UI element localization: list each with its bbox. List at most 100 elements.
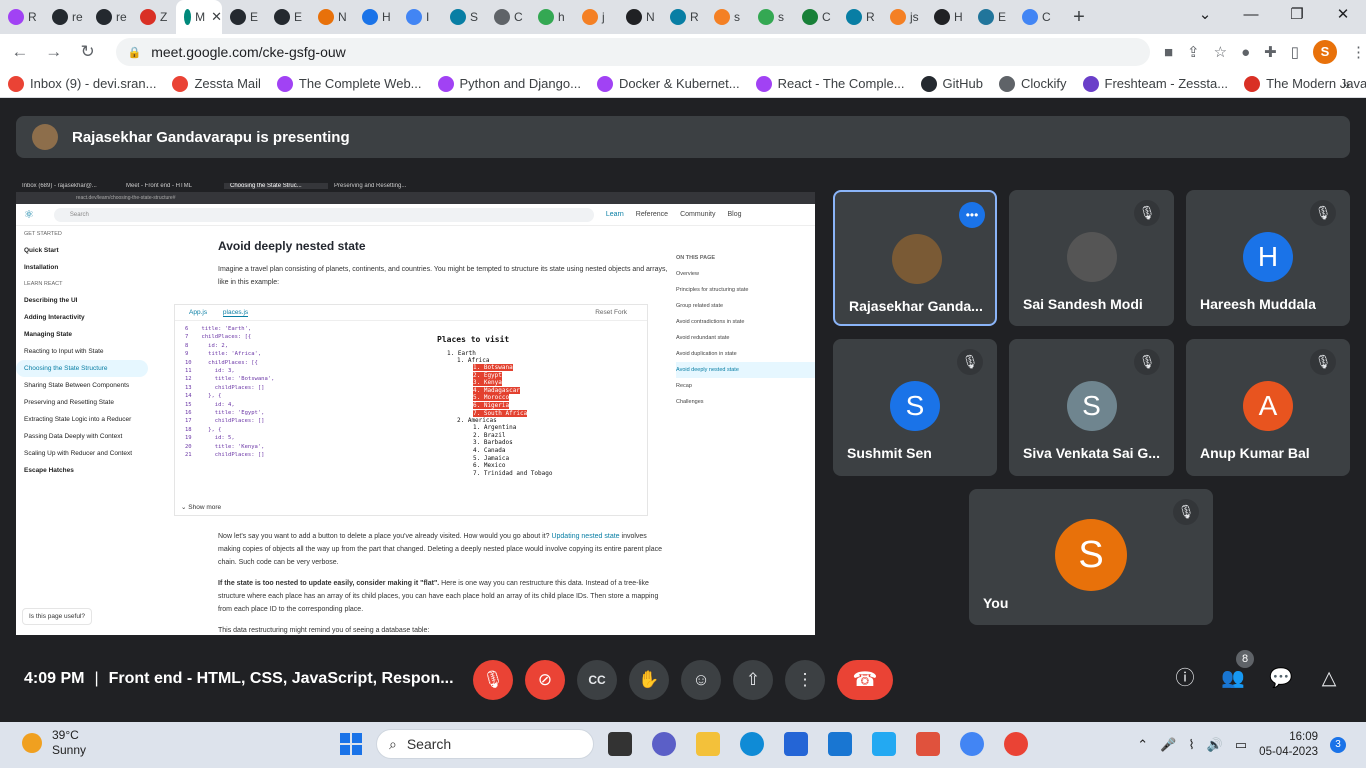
forward-button[interactable]: → <box>40 42 68 62</box>
maximize-button[interactable]: ❐ <box>1274 0 1320 30</box>
emoji-button[interactable]: ☺ <box>681 660 721 700</box>
browser-tab-strip: Rre re Z M ✕ E E N H I S Ch j N Rs s C Rjs H E C + ⌄ — ❐ ✕ <box>0 0 1366 34</box>
notification-badge[interactable]: 3 <box>1330 737 1346 753</box>
leave-call-button[interactable]: ☎ <box>837 660 893 700</box>
react-logo-icon: ⚛ <box>24 209 34 221</box>
browser-tab[interactable]: N <box>618 0 662 34</box>
bookmark-item[interactable]: Zessta Mail <box>164 75 268 92</box>
present-button[interactable]: ⇧ <box>733 660 773 700</box>
browser-tab[interactable]: H <box>354 0 398 34</box>
browser-tab[interactable]: Z <box>132 0 176 34</box>
edge-icon[interactable] <box>740 732 764 756</box>
bookmark-item[interactable]: Freshteam - Zessta... <box>1075 75 1237 92</box>
bookmark-item[interactable]: Python and Django... <box>430 75 589 92</box>
browser-tab[interactable]: E <box>266 0 310 34</box>
reload-button[interactable]: ↻ <box>74 42 102 62</box>
task-view-icon[interactable] <box>608 732 632 756</box>
more-bookmarks-icon[interactable]: » <box>1342 76 1350 92</box>
browser-tab[interactable]: C <box>794 0 838 34</box>
mic-icon[interactable]: 🎤 <box>1160 737 1176 753</box>
browser-tab[interactable]: s <box>750 0 794 34</box>
participant-tile[interactable]: S Siva Venkata Sai G... 🎙 <box>1009 339 1174 476</box>
more-options-button[interactable]: ⋮ <box>785 660 825 700</box>
participant-name: You <box>983 595 1009 611</box>
bookmark-favicon-icon <box>437 75 454 92</box>
browser-tab[interactable]: H <box>926 0 970 34</box>
puzzle-icon[interactable]: ✚ <box>1264 43 1277 61</box>
wifi-icon[interactable]: ⌇ <box>1188 737 1194 753</box>
browser-tab[interactable]: R <box>0 0 44 34</box>
browser-tab[interactable]: R <box>838 0 882 34</box>
minimize-button[interactable]: — <box>1228 0 1274 30</box>
participant-tile[interactable]: Sai Sandesh Modi 🎙 <box>1009 190 1174 326</box>
profile-avatar[interactable]: S <box>1312 40 1337 64</box>
browser-tab[interactable]: R <box>662 0 706 34</box>
browser-tab[interactable]: js <box>882 0 926 34</box>
extension-icon[interactable]: ● <box>1241 44 1250 61</box>
tab-label: s <box>778 10 784 24</box>
bookmark-item[interactable]: GitHub <box>913 75 991 92</box>
participant-avatar: A <box>1243 381 1293 431</box>
bookmark-item[interactable]: Docker & Kubernet... <box>589 75 748 92</box>
browser-tab[interactable]: N <box>310 0 354 34</box>
bookmark-item[interactable]: The Complete Web... <box>269 75 430 92</box>
bookmark-item[interactable]: React - The Comple... <box>748 75 913 92</box>
browser-tab[interactable]: re <box>44 0 88 34</box>
browser-tab[interactable]: C <box>1014 0 1058 34</box>
bookmark-star-icon[interactable]: ☆ <box>1214 43 1227 61</box>
participant-tile[interactable]: A Anup Kumar Bal 🎙 <box>1186 339 1350 476</box>
browser-tab[interactable]: j <box>574 0 618 34</box>
menu-icon[interactable]: ⋮ <box>1351 43 1366 61</box>
info-icon[interactable]: ⓘ <box>1172 666 1198 692</box>
browser-tab[interactable]: E <box>222 0 266 34</box>
taskbar-search[interactable]: ⌕ Search <box>376 729 594 759</box>
participant-tile[interactable]: S Sushmit Sen 🎙 <box>833 339 997 476</box>
vscode-icon[interactable] <box>872 732 896 756</box>
participant-tile[interactable]: Rajasekhar Ganda... ••• <box>833 190 997 326</box>
tab-favicon-icon <box>140 9 156 25</box>
captions-button[interactable]: CC <box>577 660 617 700</box>
activities-icon[interactable]: △ <box>1316 666 1342 692</box>
browser-tab[interactable]: s <box>706 0 750 34</box>
close-window-button[interactable]: ✕ <box>1320 0 1366 30</box>
raise-hand-button[interactable]: ✋ <box>629 660 669 700</box>
volume-icon[interactable]: 🔊 <box>1207 737 1223 753</box>
mic-off-button[interactable]: 🎙 <box>473 660 513 700</box>
file-explorer-icon[interactable] <box>696 732 720 756</box>
camera-icon[interactable]: ■ <box>1164 44 1173 61</box>
browser-tab[interactable]: re <box>88 0 132 34</box>
store-icon[interactable] <box>784 732 808 756</box>
tab-search-icon[interactable]: ⌄ <box>1182 0 1228 30</box>
participant-tile[interactable]: H Hareesh Muddala 🎙 <box>1186 190 1350 326</box>
tray-overflow-icon[interactable]: ⌃ <box>1137 737 1148 753</box>
back-button[interactable]: ← <box>6 42 34 62</box>
browser-tab[interactable]: E <box>970 0 1014 34</box>
snipping-icon[interactable] <box>916 732 940 756</box>
share-icon[interactable]: ⇪ <box>1187 43 1200 61</box>
bookmark-item[interactable]: Clockify <box>991 75 1075 92</box>
clock-time: 16:09 <box>1289 731 1318 743</box>
browser-tab[interactable]: S <box>442 0 486 34</box>
sidepanel-icon[interactable]: ▯ <box>1291 43 1299 61</box>
omnibox[interactable]: 🔒 meet.google.com/cke-gsfg-ouw <box>115 38 1150 66</box>
browser-tab[interactable]: I <box>398 0 442 34</box>
weather-widget[interactable]: 39°C Sunny <box>22 728 86 758</box>
battery-icon[interactable]: ▭ <box>1235 737 1247 753</box>
mail-icon[interactable] <box>828 732 852 756</box>
clock[interactable]: 16:09 05-04-2023 <box>1259 730 1318 760</box>
chat-icon[interactable]: 💬 <box>1268 666 1294 692</box>
tab-label: M <box>195 10 206 24</box>
chrome-profile-icon[interactable] <box>1004 732 1028 756</box>
close-tab-icon[interactable]: ✕ <box>211 9 222 25</box>
camera-off-button[interactable]: ⊘ <box>525 660 565 700</box>
chrome-icon[interactable] <box>960 732 984 756</box>
participant-tile[interactable]: S You 🎙 <box>969 489 1213 625</box>
browser-tab[interactable]: h <box>530 0 574 34</box>
teams-icon[interactable] <box>652 732 676 756</box>
people-icon[interactable]: 👥 <box>1220 666 1246 692</box>
bookmark-item[interactable]: Inbox (9) - devi.sran... <box>0 75 164 92</box>
new-tab-button[interactable]: + <box>1064 6 1094 29</box>
start-button[interactable] <box>340 733 362 755</box>
browser-tab[interactable]: C <box>486 0 530 34</box>
browser-tab[interactable]: M ✕ <box>176 0 222 34</box>
